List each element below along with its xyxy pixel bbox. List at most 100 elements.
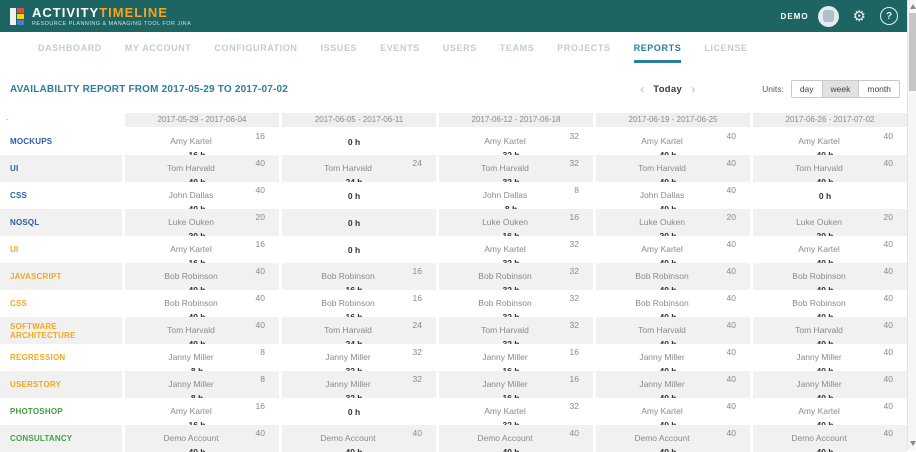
availability-cell[interactable]: 0 h [750,182,907,209]
availability-cell[interactable]: Tom Harvald3232 h [436,317,593,344]
row-label-photoshop[interactable]: PHOTOSHOP [10,407,63,416]
availability-cell[interactable]: Amy Kartel1616 h [122,398,279,425]
availability-cell[interactable]: Bob Robinson4040 h [750,290,907,317]
row-label-css[interactable]: CSS [10,299,27,308]
availability-cell[interactable]: Demo Account4040 h [436,425,593,452]
availability-cell[interactable]: Tom Harvald4040 h [593,317,750,344]
availability-cell[interactable]: Luke Ouken2020 h [122,209,279,236]
row-label-nosql[interactable]: NOSQL [10,218,39,227]
next-period-button[interactable]: › [682,83,704,95]
availability-cell[interactable]: Janny Miller4040 h [750,371,907,398]
help-icon[interactable]: ? [880,7,898,25]
row-label-ui[interactable]: UI [10,164,18,173]
settings-gear-icon[interactable]: ⚙ [853,9,866,24]
availability-cell-top: Bob Robinson40 [596,290,750,311]
capacity-value: 40 [256,158,265,168]
app-logo[interactable]: ACTIVITYTIMELINE RESOURCE PLANNING & MAN… [10,6,191,27]
availability-cell[interactable]: Bob Robinson4040 h [750,263,907,290]
availability-cell[interactable]: Tom Harvald4040 h [122,317,279,344]
availability-cell[interactable]: Amy Kartel3232 h [436,398,593,425]
availability-cell[interactable]: 0 h [279,128,436,155]
availability-cell[interactable]: Amy Kartel4040 h [593,128,750,155]
nav-item-license[interactable]: LICENSE [704,32,747,63]
availability-cell[interactable]: Janny Miller1616 h [436,371,593,398]
availability-cell[interactable]: Janny Miller88 h [122,371,279,398]
nav-item-users[interactable]: USERS [443,32,477,63]
availability-cell[interactable]: Tom Harvald4040 h [122,155,279,182]
availability-cell[interactable]: Janny Miller3232 h [279,344,436,371]
availability-cell[interactable]: Tom Harvald4040 h [593,155,750,182]
availability-cell[interactable]: Amy Kartel3232 h [436,236,593,263]
nav-item-teams[interactable]: TEAMS [500,32,535,63]
availability-cell[interactable]: Bob Robinson4040 h [593,290,750,317]
availability-cell[interactable]: Janny Miller1616 h [436,344,593,371]
availability-cell-top: Bob Robinson32 [439,263,593,284]
availability-cell[interactable]: Amy Kartel4040 h [750,398,907,425]
availability-cell[interactable]: Amy Kartel4040 h [750,236,907,263]
nav-item-dashboard[interactable]: DASHBOARD [38,32,102,63]
availability-cell[interactable]: Janny Miller88 h [122,344,279,371]
units-day-button[interactable]: day [791,80,823,98]
row-label-css[interactable]: CSS [10,191,27,200]
availability-cell[interactable]: John Dallas88 h [436,182,593,209]
availability-cell[interactable]: Amy Kartel1616 h [122,236,279,263]
availability-cell[interactable]: Amy Kartel3232 h [436,128,593,155]
availability-cell[interactable]: Demo Account4040 h [750,425,907,452]
nav-item-projects[interactable]: PROJECTS [557,32,610,63]
scroll-up-icon[interactable] [910,4,916,9]
availability-cell[interactable]: Janny Miller4040 h [750,344,907,371]
row-label-javascript[interactable]: JAVASCRIPT [10,272,62,281]
availability-cell[interactable]: Janny Miller3232 h [279,371,436,398]
row-label-ui[interactable]: UI [10,245,18,254]
availability-cell[interactable]: Bob Robinson1616 h [279,263,436,290]
row-label-software-architecture[interactable]: SOFTWARE ARCHITECTURE [10,322,122,340]
nav-item-reports[interactable]: REPORTS [634,32,682,63]
availability-cell[interactable]: Bob Robinson3232 h [436,263,593,290]
availability-cell[interactable]: Janny Miller4040 h [593,371,750,398]
availability-cell[interactable]: Tom Harvald4040 h [750,317,907,344]
availability-cell[interactable]: Demo Account4040 h [593,425,750,452]
availability-cell[interactable]: 0 h [279,209,436,236]
availability-cell[interactable]: Amy Kartel4040 h [750,128,907,155]
availability-cell[interactable]: Amy Kartel1616 h [122,128,279,155]
availability-cell[interactable]: Tom Harvald4040 h [750,155,907,182]
availability-cell[interactable]: Bob Robinson4040 h [593,263,750,290]
nav-item-events[interactable]: EVENTS [380,32,420,63]
availability-cell[interactable]: Demo Account4040 h [122,425,279,452]
units-week-button[interactable]: week [822,80,860,98]
vertical-scrollbar[interactable] [907,0,916,450]
availability-cell[interactable]: 0 h [279,182,436,209]
nav-item-configuration[interactable]: CONFIGURATION [214,32,297,63]
row-label-mockups[interactable]: MOCKUPS [10,137,52,146]
today-button[interactable]: Today [653,84,682,95]
availability-cell[interactable]: Bob Robinson1616 h [279,290,436,317]
availability-cell[interactable]: Janny Miller4040 h [593,344,750,371]
availability-cell[interactable]: 0 h [279,398,436,425]
row-label-userstory[interactable]: USERSTORY [10,380,61,389]
availability-cell[interactable]: Amy Kartel4040 h [593,236,750,263]
availability-cell[interactable]: Bob Robinson4040 h [122,263,279,290]
row-label-consultancy[interactable]: CONSULTANCY [10,434,72,443]
availability-cell[interactable]: Demo Account4040 h [279,425,436,452]
availability-cell[interactable]: Amy Kartel4040 h [593,398,750,425]
availability-cell[interactable]: Tom Harvald2424 h [279,155,436,182]
availability-cell[interactable]: Luke Ouken2020 h [593,209,750,236]
availability-cell[interactable]: Tom Harvald3232 h [436,155,593,182]
prev-period-button[interactable]: ‹ [631,83,653,95]
row-label-regression[interactable]: REGRESSION [10,353,65,362]
user-avatar[interactable] [818,6,839,27]
availability-cell[interactable]: Bob Robinson4040 h [122,290,279,317]
availability-cell[interactable]: Luke Ouken2020 h [750,209,907,236]
units-month-button[interactable]: month [858,80,900,98]
scrollbar-thumb[interactable] [909,13,916,91]
capacity-value: 40 [727,428,736,438]
nav-item-my-account[interactable]: MY ACCOUNT [125,32,192,63]
availability-cell[interactable]: John Dallas4040 h [593,182,750,209]
availability-cell[interactable]: 0 h [279,236,436,263]
nav-item-issues[interactable]: ISSUES [321,32,358,63]
availability-cell[interactable]: Bob Robinson3232 h [436,290,593,317]
scroll-down-icon[interactable] [910,441,916,446]
availability-cell[interactable]: Tom Harvald2424 h [279,317,436,344]
availability-cell[interactable]: Luke Ouken1616 h [436,209,593,236]
availability-cell[interactable]: John Dallas4040 h [122,182,279,209]
